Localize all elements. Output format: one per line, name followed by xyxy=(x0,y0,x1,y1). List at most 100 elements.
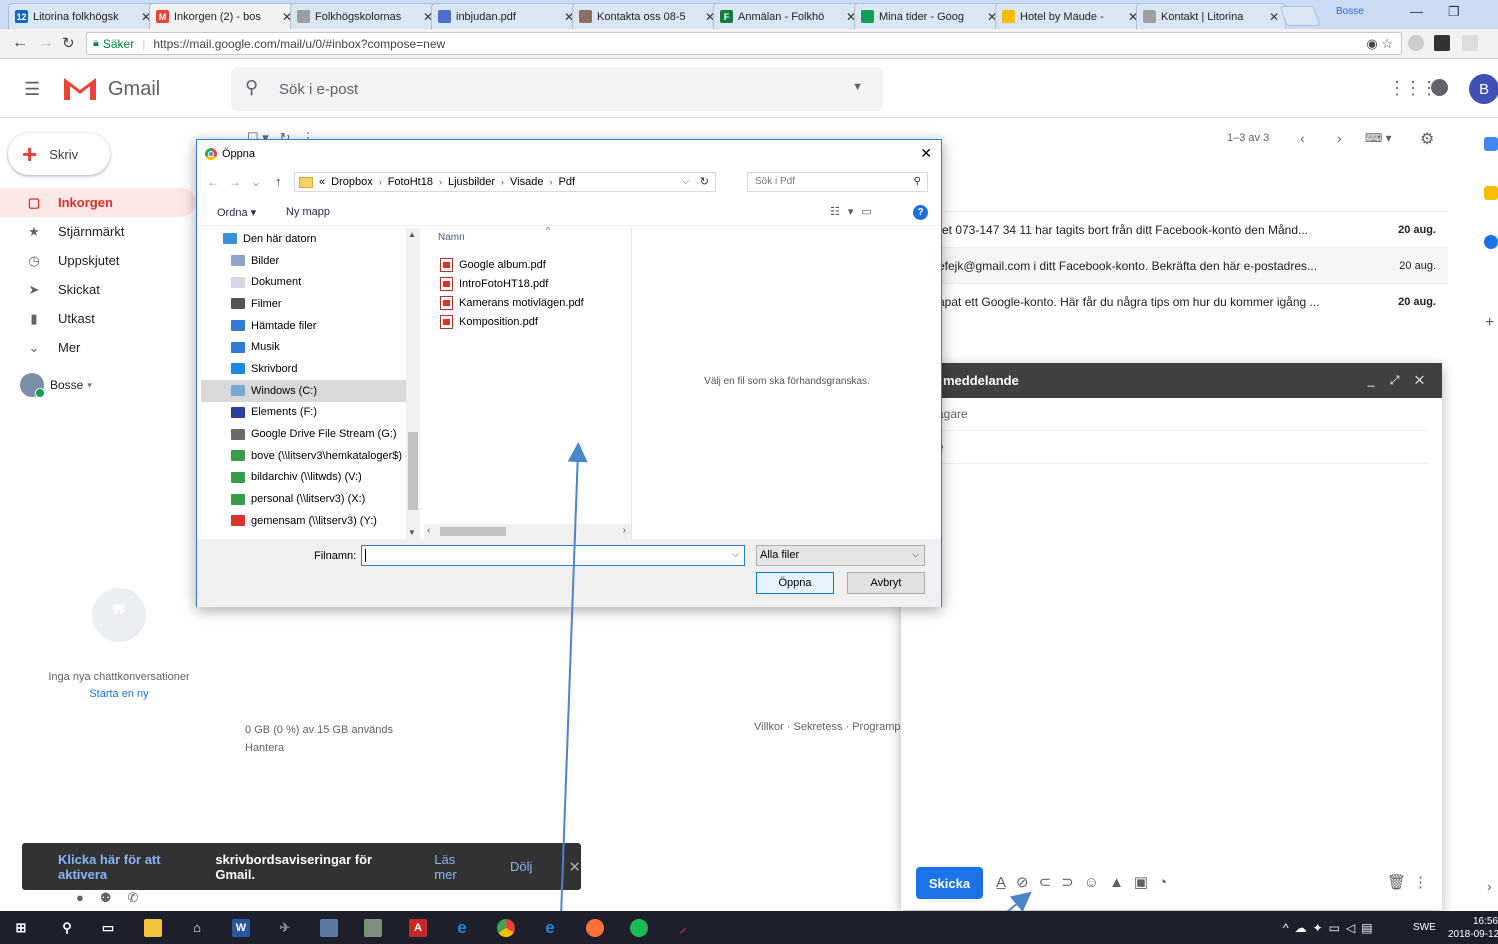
scroll-left-icon[interactable]: ‹ xyxy=(427,525,430,536)
windows-start-icon[interactable]: ⊞ xyxy=(12,919,30,937)
footer-links[interactable]: Villkor · Sekretess · Programp xyxy=(754,721,904,733)
tree-item[interactable]: Den här datorn xyxy=(201,228,406,250)
scroll-right-icon[interactable]: › xyxy=(623,525,626,536)
tree-item[interactable]: Skrivbord xyxy=(201,358,406,380)
tree-item[interactable]: Windows (C:) xyxy=(201,379,406,402)
app-icon[interactable] xyxy=(320,919,338,937)
search-icon[interactable]: ⚲ xyxy=(245,77,258,98)
sidebar-item[interactable]: ◷ Uppskjutet xyxy=(0,246,196,275)
menu-icon[interactable]: ☰ xyxy=(24,79,40,100)
tree-item[interactable]: personal (\\litserv3) (X:) xyxy=(201,488,406,510)
help-icon[interactable]: ? xyxy=(913,205,928,220)
browser-tab[interactable]: inbjudan.pdf ✕ xyxy=(431,3,581,29)
browser-tab[interactable]: F Anmälan - Folkhö ✕ xyxy=(713,3,863,29)
tree-item[interactable]: Musik xyxy=(201,336,406,358)
browser-tab[interactable]: Mina tider - Goog ✕ xyxy=(854,3,1004,29)
subject-field[interactable]: e xyxy=(915,431,1428,464)
format-text-icon[interactable]: A̲ xyxy=(996,874,1016,891)
column-header-name[interactable]: Namn xyxy=(438,232,465,243)
mail-row[interactable]: efejk@gmail.com i ditt Facebook-konto. B… xyxy=(938,247,1448,283)
storage-manage-link[interactable]: Hantera xyxy=(245,739,393,757)
extension-icon[interactable] xyxy=(1434,35,1450,51)
extension-icon[interactable] xyxy=(1408,35,1424,51)
ie-icon[interactable]: e xyxy=(541,919,559,937)
breadcrumb-item[interactable]: « xyxy=(319,176,325,188)
reload-icon[interactable]: ↻ xyxy=(62,34,75,52)
breadcrumb-chevron-icon[interactable]: › xyxy=(379,177,382,187)
file-item[interactable]: Komposition.pdf xyxy=(440,312,538,331)
app-icon[interactable] xyxy=(364,919,382,937)
sidebar-item[interactable]: ★ Stjärnmärkt xyxy=(0,217,196,246)
breadcrumb-chevron-icon[interactable]: › xyxy=(439,177,442,187)
gear-icon[interactable]: ⚙ xyxy=(1420,129,1434,149)
notifications-icon[interactable] xyxy=(1431,79,1448,96)
browser-tab[interactable]: M Inkorgen (2) - bos ✕ xyxy=(149,3,299,29)
dialog-address-bar[interactable]: «Dropbox › FotoHt18 › Ljusbilder › Visade › Pdf … xyxy=(294,172,716,192)
cancel-button[interactable]: Avbryt xyxy=(847,572,925,594)
sidebar-item[interactable]: ▮ Utkast xyxy=(0,304,196,333)
more-options-icon[interactable]: ⋮ xyxy=(1413,873,1428,891)
tasks-icon[interactable] xyxy=(1484,235,1498,249)
start-chat-link[interactable]: Starta en ny xyxy=(0,688,238,700)
emoji-icon[interactable]: ☺ xyxy=(1084,874,1109,891)
close-icon[interactable]: ✕ xyxy=(568,858,581,876)
address-dropdown-icon[interactable]: ⌵ xyxy=(682,176,689,187)
link-icon[interactable]: ⊂⊃ xyxy=(1039,874,1084,891)
gmail-logo-icon[interactable] xyxy=(62,74,98,102)
search-options-icon[interactable]: ▼ xyxy=(852,81,863,93)
mail-row[interactable]: apat ett Google-konto. Här får du några … xyxy=(938,283,1448,319)
acrobat-icon[interactable]: A xyxy=(409,919,427,937)
file-type-select[interactable]: Alla filer ⌵ xyxy=(756,545,925,566)
filename-dropdown-icon[interactable]: ⌵ xyxy=(732,549,739,560)
tree-item[interactable]: Elements (F:) xyxy=(201,402,406,424)
spotify-icon[interactable] xyxy=(630,919,648,937)
file-item[interactable]: Kamerans motivlägen.pdf xyxy=(440,293,584,312)
attach-file-icon[interactable]: ⊘ xyxy=(1016,874,1039,891)
refresh-icon[interactable]: ↻ xyxy=(700,175,709,188)
tree-item[interactable]: gemensam (\\litserv3) (Y:) xyxy=(201,510,406,532)
up-folder-icon[interactable]: ↑ xyxy=(275,174,282,189)
hscroll-thumb[interactable] xyxy=(440,527,506,536)
bookmark-star-icon[interactable]: ◉ ☆ xyxy=(1366,36,1393,52)
sidebar-item[interactable]: ➤ Skickat xyxy=(0,275,196,304)
organize-button[interactable]: Ordna ▾ xyxy=(217,206,256,219)
enable-notifications-link[interactable]: Klicka här för att aktivera xyxy=(58,852,209,882)
mail-row[interactable]: ret 073-147 34 11 har tagits bort från d… xyxy=(938,211,1448,247)
tree-scrollbar[interactable]: ▲ ▼ xyxy=(406,228,420,539)
confidential-icon[interactable]: ◔ xyxy=(1158,874,1177,891)
read-more-link[interactable]: Läs mer xyxy=(434,852,480,882)
search-icon[interactable]: ⚲ xyxy=(58,919,76,937)
open-button[interactable]: Öppna xyxy=(756,572,834,594)
tree-item[interactable]: Bilder xyxy=(201,250,406,272)
tree-item[interactable]: bildarchiv (\\litwds) (V:) xyxy=(201,467,406,489)
trash-icon[interactable]: 🗑︎ xyxy=(1387,873,1406,891)
address-bar[interactable]: 🔒︎ Säker | https://mail.google.com/mail/… xyxy=(86,32,1402,55)
tree-item[interactable]: Dokument xyxy=(201,271,406,293)
breadcrumb-item[interactable]: Visade xyxy=(510,176,543,188)
tree-item[interactable]: bove (\\litserv3\hemkataloger$) ( xyxy=(201,445,406,467)
back-icon[interactable]: ← xyxy=(12,34,28,52)
drive-icon[interactable]: ▲ xyxy=(1109,874,1134,891)
keep-icon[interactable] xyxy=(1484,186,1498,200)
app-icon[interactable]: ⸝ xyxy=(674,919,692,937)
search-input[interactable]: Sök i e-post xyxy=(279,81,358,98)
sidebar-item[interactable]: ▢ Inkorgen xyxy=(0,188,196,217)
send-button[interactable]: Skicka xyxy=(916,867,983,899)
apps-grid-icon[interactable]: ⋮⋮⋮ xyxy=(1388,78,1438,99)
file-list-hscrollbar[interactable]: ‹ › xyxy=(424,524,631,539)
app-icon[interactable]: ✈ xyxy=(276,919,294,937)
language-indicator[interactable]: SWE xyxy=(1413,922,1436,933)
browser-tab[interactable]: Folkhögskolornas ✕ xyxy=(290,3,440,29)
new-folder-button[interactable]: Ny mapp xyxy=(286,206,330,218)
search-bar[interactable]: ⚲ Sök i e-post ▼ xyxy=(231,67,883,111)
dialog-search-input[interactable]: Sök i Pdf ⚲ xyxy=(747,172,928,192)
scroll-up-icon[interactable]: ▲ xyxy=(408,230,416,239)
chrome-icon[interactable] xyxy=(497,919,515,937)
forward-icon[interactable]: → xyxy=(38,34,54,52)
browser-profile[interactable]: Bosse xyxy=(1336,6,1364,17)
store-icon[interactable]: ⌂ xyxy=(188,919,206,937)
dialog-close-icon[interactable]: ✕ xyxy=(920,145,932,162)
sidebar-item[interactable]: ⌄ Mer xyxy=(0,333,196,362)
file-item[interactable]: IntroFotoHT18.pdf xyxy=(440,274,548,293)
edge-icon[interactable]: e xyxy=(453,919,471,937)
